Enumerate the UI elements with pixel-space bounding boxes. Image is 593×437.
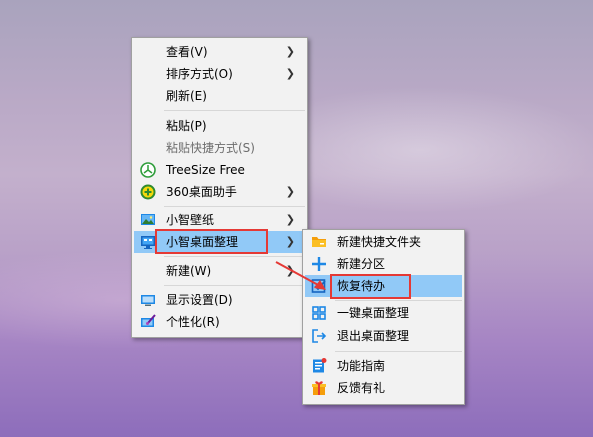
submenu-item-feedback-gift[interactable]: 反馈有礼	[305, 377, 462, 399]
submenu-item-label: 一键桌面整理	[337, 306, 410, 320]
submenu-item-one-click-organize[interactable]: 一键桌面整理	[305, 302, 462, 324]
menu-item-label: 新建(W)	[166, 264, 212, 278]
submenu-item-exit-organizer[interactable]: 退出桌面整理	[305, 325, 462, 347]
guide-icon	[311, 358, 327, 374]
submenu-item-label: 功能指南	[337, 359, 386, 373]
submenu-item-label: 反馈有礼	[337, 381, 386, 395]
menu-separator	[164, 256, 305, 257]
menu-item-label: 查看(V)	[166, 45, 208, 59]
menu-item-paste[interactable]: 粘贴(P)	[134, 115, 305, 137]
chevron-right-icon: ❯	[285, 45, 295, 58]
restore-todo-annotation-box	[330, 274, 411, 299]
treesize-icon	[140, 162, 156, 178]
menu-item-treesize[interactable]: TreeSize Free	[134, 159, 305, 181]
gift-icon	[311, 380, 327, 396]
submenu-item-label: 新建分区	[337, 257, 386, 271]
submenu-item-feature-guide[interactable]: 功能指南	[305, 355, 462, 377]
menu-item-360-assistant[interactable]: 360桌面助手 ❯	[134, 181, 305, 203]
personalize-icon	[140, 314, 156, 330]
grid-icon	[311, 305, 327, 321]
360-icon	[140, 184, 156, 200]
menu-item-label: 显示设置(D)	[166, 293, 233, 307]
chevron-right-icon: ❯	[285, 213, 295, 226]
menu-separator	[164, 206, 305, 207]
chevron-right-icon: ❯	[285, 185, 295, 198]
display-icon	[140, 292, 156, 308]
folder-icon	[311, 234, 327, 250]
menu-item-label: 360桌面助手	[166, 185, 237, 199]
menu-separator	[335, 300, 462, 301]
menu-item-label: TreeSize Free	[166, 163, 245, 177]
chevron-right-icon: ❯	[285, 235, 295, 248]
exit-icon	[311, 328, 327, 344]
menu-item-label: 刷新(E)	[166, 89, 207, 103]
menu-item-refresh[interactable]: 刷新(E)	[134, 85, 305, 107]
wallpaper-icon	[140, 212, 156, 228]
menu-item-label: 粘贴(P)	[166, 119, 207, 133]
menu-item-view[interactable]: 查看(V) ❯	[134, 41, 305, 63]
highlight-annotation-box	[155, 229, 268, 254]
menu-item-label: 排序方式(O)	[166, 67, 233, 81]
submenu-item-label: 新建快捷文件夹	[337, 235, 422, 249]
menu-item-label: 个性化(R)	[166, 315, 220, 329]
menu-item-sort[interactable]: 排序方式(O) ❯	[134, 63, 305, 85]
chevron-right-icon: ❯	[285, 67, 295, 80]
submenu-item-new-quick-folder[interactable]: 新建快捷文件夹	[305, 231, 462, 253]
menu-item-label: 粘贴快捷方式(S)	[166, 141, 255, 155]
desktop-monitor-icon	[140, 234, 156, 250]
menu-item-personalize[interactable]: 个性化(R)	[134, 311, 305, 333]
annotation-arrow-icon	[275, 261, 326, 290]
menu-item-label: 小智壁纸	[166, 213, 215, 227]
submenu-item-label: 退出桌面整理	[337, 329, 410, 343]
menu-item-paste-shortcut: 粘贴快捷方式(S)	[134, 137, 305, 159]
menu-separator	[164, 110, 305, 111]
menu-separator	[335, 351, 462, 352]
menu-item-xiaozhi-wallpaper[interactable]: 小智壁纸 ❯	[134, 209, 305, 231]
xiaozhi-organizer-submenu: 新建快捷文件夹 新建分区 恢复待办 一键桌面整理 退出桌面整理 功能指南 反馈有…	[302, 229, 465, 405]
